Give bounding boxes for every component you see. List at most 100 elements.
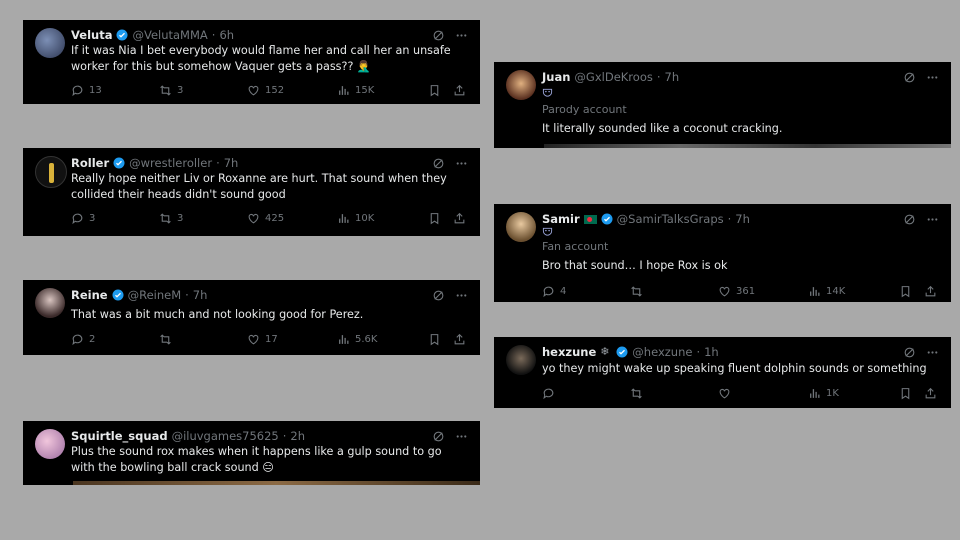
- bookmark-icon[interactable]: [899, 387, 912, 400]
- avatar[interactable]: [506, 70, 536, 100]
- handle[interactable]: @ReineM: [128, 288, 182, 302]
- like-count: 152: [265, 84, 285, 96]
- repost-icon: [160, 84, 171, 96]
- repost-button[interactable]: [159, 333, 247, 346]
- share-icon[interactable]: [924, 285, 937, 298]
- timestamp[interactable]: 1h: [704, 345, 719, 359]
- reply-button[interactable]: 3: [71, 212, 159, 225]
- more-icon[interactable]: [455, 157, 468, 170]
- view-count: 1K: [826, 387, 839, 399]
- grok-icon[interactable]: [432, 29, 445, 42]
- views-button[interactable]: 5.6K: [337, 333, 377, 346]
- reply-count: 13: [89, 84, 102, 96]
- grok-icon[interactable]: [903, 346, 916, 359]
- tweet-header: Samir @SamirTalksGraps · 7h: [542, 211, 939, 227]
- repost-button[interactable]: [630, 285, 718, 298]
- like-button[interactable]: 152: [247, 84, 337, 97]
- avatar[interactable]: [506, 345, 536, 375]
- timestamp[interactable]: 6h: [219, 28, 234, 42]
- repost-icon: [631, 285, 642, 297]
- repost-icon: [631, 387, 642, 399]
- view-count: 5.6K: [355, 333, 378, 345]
- display-name[interactable]: hexzune: [542, 345, 596, 359]
- action-bar: 2 17 5.6K: [71, 331, 466, 347]
- tweet-header: Roller @wrestleroller · 7h: [71, 155, 468, 171]
- reply-button[interactable]: 4: [542, 285, 630, 298]
- tweet-card[interactable]: Reine @ReineM · 7h That was a bit much a…: [23, 280, 480, 355]
- like-button[interactable]: 17: [247, 333, 337, 346]
- grok-icon[interactable]: [903, 71, 916, 84]
- share-icon[interactable]: [453, 333, 466, 346]
- timestamp[interactable]: 7h: [193, 288, 208, 302]
- like-button[interactable]: 361: [718, 285, 808, 298]
- display-name[interactable]: Juan: [542, 70, 570, 84]
- verified-icon: [113, 157, 125, 169]
- more-icon[interactable]: [455, 29, 468, 42]
- tweet-card[interactable]: Squirtle_squad @iluvgames75625 · 2h Plus…: [23, 421, 480, 485]
- separator: ·: [696, 345, 701, 359]
- bookmark-icon[interactable]: [428, 333, 441, 346]
- timestamp[interactable]: 7h: [665, 70, 680, 84]
- tweet-card[interactable]: hexzune ❄ @hexzune · 1h yo they might wa…: [494, 337, 951, 408]
- grok-icon[interactable]: [432, 430, 445, 443]
- views-button[interactable]: 14K: [808, 285, 845, 298]
- like-button[interactable]: 425: [247, 212, 337, 225]
- tweet-card[interactable]: Roller @wrestleroller · 7h Really hope n…: [23, 148, 480, 236]
- timestamp[interactable]: 7h: [224, 156, 239, 170]
- tweet-text: That was a bit much and not looking good…: [71, 308, 364, 321]
- avatar[interactable]: [506, 212, 536, 242]
- bookmark-icon[interactable]: [899, 285, 912, 298]
- more-icon[interactable]: [926, 346, 939, 359]
- bookmark-icon[interactable]: [428, 212, 441, 225]
- repost-button[interactable]: 3: [159, 212, 247, 225]
- avatar[interactable]: [35, 156, 67, 188]
- more-icon[interactable]: [926, 213, 939, 226]
- tweet-header: Veluta @VelutaMMA · 6h: [71, 27, 468, 43]
- more-icon[interactable]: [926, 71, 939, 84]
- tweet-card[interactable]: Samir @SamirTalksGraps · 7h Fan account …: [494, 204, 951, 302]
- handle[interactable]: @SamirTalksGraps: [617, 212, 724, 226]
- avatar[interactable]: [35, 288, 65, 318]
- reply-count: 4: [560, 285, 567, 297]
- share-icon[interactable]: [453, 84, 466, 97]
- share-icon[interactable]: [453, 212, 466, 225]
- timestamp[interactable]: 2h: [290, 429, 305, 443]
- views-button[interactable]: 10K: [337, 212, 374, 225]
- display-name[interactable]: Roller: [71, 156, 109, 170]
- tweet-card[interactable]: Veluta @VelutaMMA · 6h If it was Nia I b…: [23, 20, 480, 104]
- repost-button[interactable]: 3: [159, 84, 247, 97]
- handle[interactable]: @VelutaMMA: [132, 28, 207, 42]
- handle[interactable]: @GxlDeKroos: [574, 70, 652, 84]
- display-name[interactable]: Veluta: [71, 28, 112, 42]
- more-icon[interactable]: [455, 289, 468, 302]
- action-bar: 1K: [542, 385, 937, 401]
- display-name[interactable]: Squirtle_squad: [71, 429, 168, 443]
- avatar[interactable]: [35, 28, 65, 58]
- views-button[interactable]: 15K: [337, 84, 374, 97]
- reply-button[interactable]: [542, 387, 630, 400]
- timestamp[interactable]: 7h: [735, 212, 750, 226]
- repost-button[interactable]: [630, 387, 718, 400]
- handle[interactable]: @wrestleroller: [129, 156, 212, 170]
- handle[interactable]: @hexzune: [632, 345, 692, 359]
- display-name[interactable]: Samir: [542, 212, 580, 226]
- views-icon: [810, 286, 820, 296]
- views-button[interactable]: 1K: [808, 387, 839, 400]
- grok-icon[interactable]: [432, 289, 445, 302]
- fan-mask-icon: [542, 226, 553, 240]
- like-button[interactable]: [718, 387, 808, 400]
- share-icon[interactable]: [924, 387, 937, 400]
- bookmark-icon[interactable]: [428, 84, 441, 97]
- grok-icon[interactable]: [432, 157, 445, 170]
- handle[interactable]: @iluvgames75625: [172, 429, 279, 443]
- tweet-card[interactable]: Juan @GxlDeKroos · 7h Parody account It …: [494, 62, 951, 148]
- grok-icon[interactable]: [903, 213, 916, 226]
- more-icon[interactable]: [455, 430, 468, 443]
- avatar[interactable]: [35, 429, 65, 459]
- reply-button[interactable]: 13: [71, 84, 159, 97]
- display-name[interactable]: Reine: [71, 288, 108, 302]
- heart-icon: [248, 334, 259, 344]
- reply-button[interactable]: 2: [71, 333, 159, 346]
- media-preview-edge: [544, 144, 951, 148]
- reply-count: 2: [89, 333, 96, 345]
